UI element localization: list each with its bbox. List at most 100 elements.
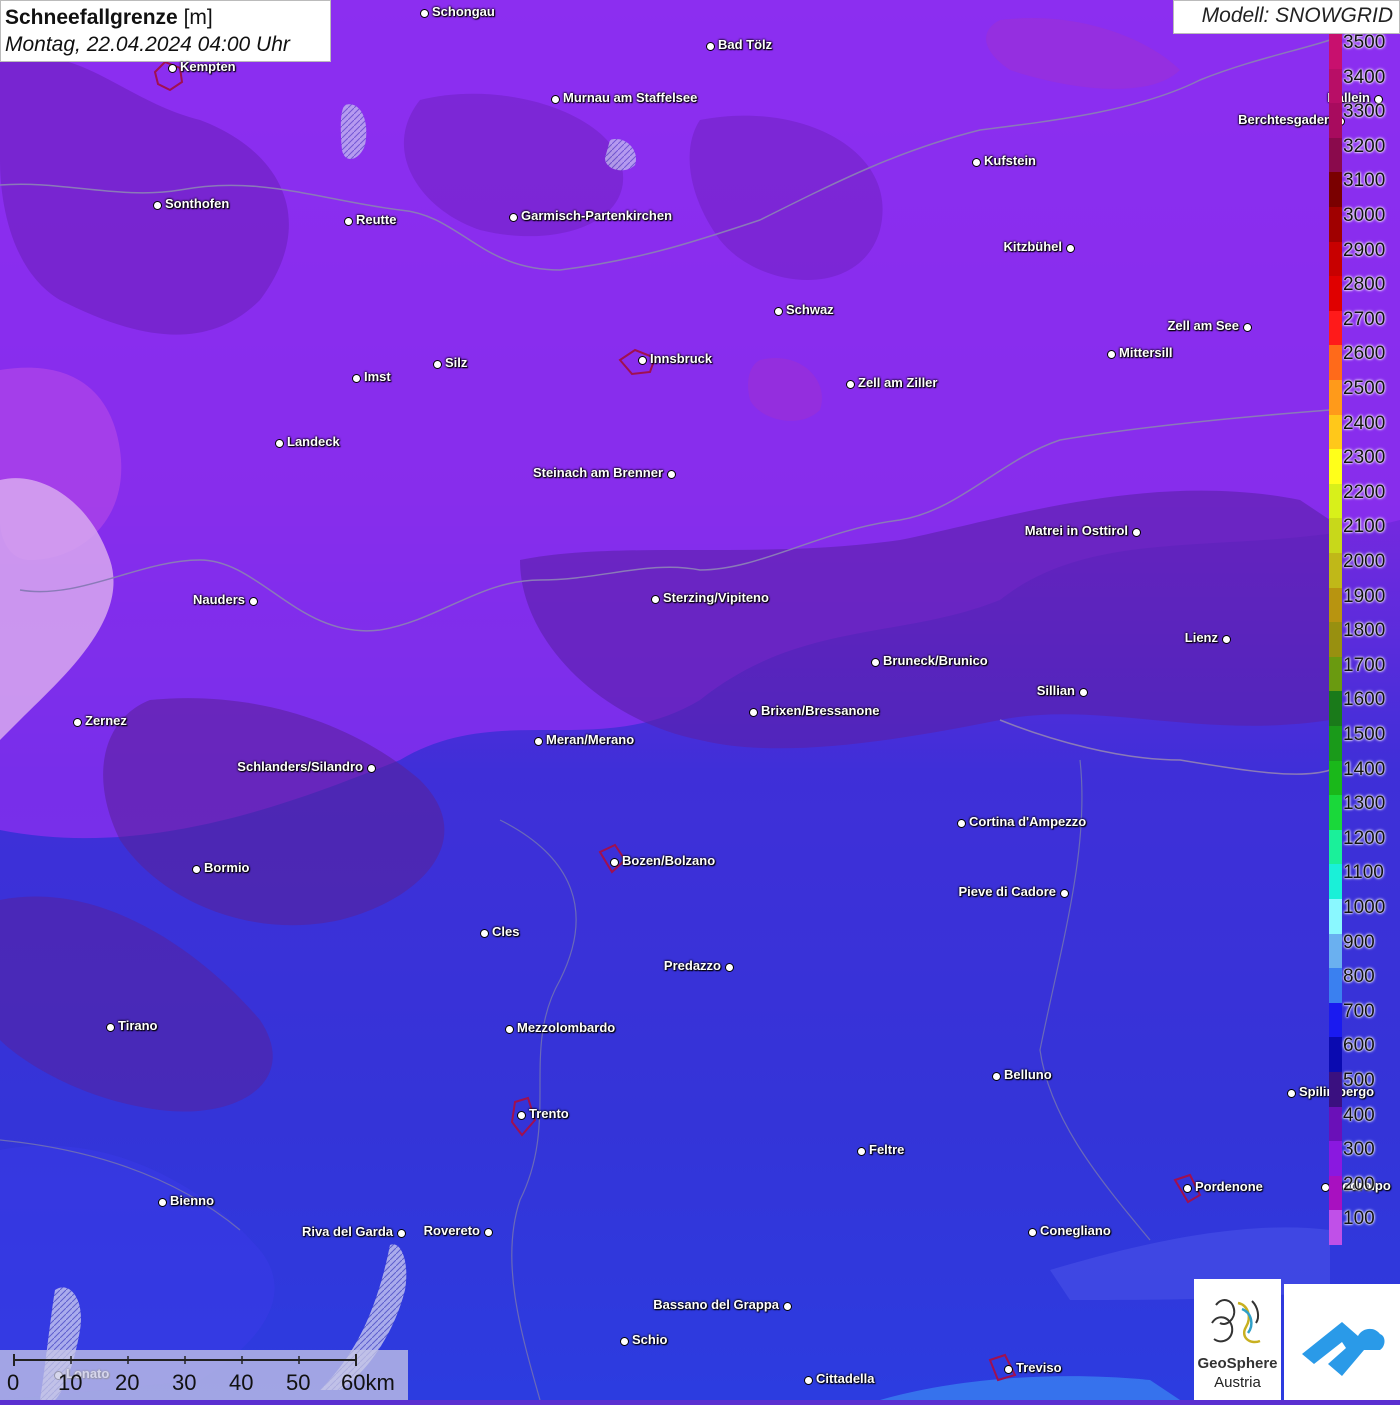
- city-dot: [1183, 1184, 1192, 1193]
- app-cloud-arrow-icon: [1302, 1322, 1385, 1376]
- legend-swatch: [1329, 829, 1342, 865]
- title-main: Schneefallgrenze: [5, 6, 178, 29]
- city-dot: [667, 470, 676, 479]
- geosphere-austria-logo[interactable]: GeoSphere Austria: [1194, 1279, 1281, 1400]
- legend-label: 1200: [1343, 827, 1386, 849]
- city-label: Nauders: [192, 592, 245, 607]
- legend-label: 900: [1343, 931, 1375, 953]
- legend-swatch: [1329, 207, 1342, 243]
- legend-swatch: [1329, 656, 1342, 692]
- app-logo[interactable]: [1284, 1284, 1400, 1400]
- city-dot: [857, 1147, 866, 1156]
- legend-swatch: [1329, 276, 1342, 312]
- geosphere-logo-line2: Austria: [1214, 1374, 1261, 1391]
- city-label: Bozen/Bolzano: [622, 853, 716, 868]
- city-dot: [749, 708, 758, 717]
- city-label: Bassano del Grappa: [653, 1297, 779, 1312]
- city-label: Mezzolombardo: [517, 1020, 616, 1035]
- city-dot: [804, 1376, 813, 1385]
- scale-label-30: 30: [172, 1370, 197, 1395]
- city-label: Sillian: [1036, 683, 1075, 698]
- legend-label: 2100: [1343, 516, 1386, 538]
- city-label: Cles: [492, 924, 520, 939]
- city-label: Landeck: [287, 434, 340, 449]
- legend-swatch: [1329, 587, 1342, 623]
- legend-swatch: [1329, 691, 1342, 727]
- scale-label-0: 0: [7, 1370, 20, 1395]
- legend-swatch: [1329, 449, 1342, 485]
- legend-label: 100: [1343, 1208, 1375, 1230]
- city-dot: [192, 865, 201, 874]
- city-label: Garmisch-Partenkirchen: [521, 208, 673, 223]
- city-dot: [972, 158, 981, 167]
- legend-swatch: [1329, 518, 1342, 554]
- map-datetime: Montag, 22.04.2024 04:00 Uhr: [5, 33, 290, 56]
- legend-swatch: [1329, 1037, 1342, 1073]
- legend-label: 3000: [1343, 205, 1386, 226]
- legend-label: 1300: [1343, 793, 1386, 815]
- legend-label: 1700: [1343, 654, 1386, 676]
- scale-label-40: 40: [229, 1370, 254, 1395]
- city-dot: [73, 718, 82, 727]
- city-label: Tirano: [118, 1018, 158, 1033]
- legend-label: 1400: [1343, 758, 1386, 780]
- legend-label: 2900: [1343, 239, 1386, 261]
- legend-swatch: [1329, 795, 1342, 831]
- city-dot: [275, 439, 284, 448]
- city-dot: [1243, 323, 1252, 332]
- city-label: Kufstein: [984, 153, 1036, 168]
- city-label: Bienno: [170, 1193, 215, 1208]
- city-dot: [725, 963, 734, 972]
- legend-swatch: [1329, 310, 1342, 346]
- city-label: Pordenone: [1195, 1179, 1263, 1194]
- city-dot: [638, 356, 647, 365]
- city-label: Predazzo: [663, 958, 721, 973]
- city-label: Brixen/Bressanone: [761, 703, 880, 718]
- city-label: Zell am See: [1167, 318, 1239, 333]
- city-label: Innsbruck: [650, 351, 713, 366]
- legend-label: 500: [1343, 1070, 1375, 1091]
- city-label: Rovereto: [423, 1223, 480, 1238]
- city-label: Steinach am Brenner: [532, 465, 663, 480]
- legend-swatch: [1329, 172, 1342, 208]
- legend-label: 2300: [1343, 447, 1386, 469]
- legend-label: 3300: [1343, 101, 1386, 123]
- legend-swatch: [1329, 1175, 1342, 1211]
- city-dot: [651, 595, 660, 604]
- legend-label: 3100: [1343, 170, 1386, 192]
- city-label: Schongau: [432, 4, 495, 19]
- city-dot: [610, 858, 619, 867]
- city-label: Zernez: [85, 713, 127, 728]
- legend-label: 1900: [1343, 585, 1386, 607]
- city-label: Lienz: [1184, 630, 1218, 645]
- city-label: Schwaz: [786, 302, 834, 317]
- city-label: Bruneck/Brunico: [883, 653, 988, 668]
- city-dot: [505, 1025, 514, 1034]
- city-dot: [846, 380, 855, 389]
- legend-swatch: [1329, 1141, 1342, 1177]
- city-dot: [106, 1023, 115, 1032]
- legend-swatch: [1329, 34, 1342, 70]
- color-legend: 3500 3400 3300 3200 3100 3000 2900 2800 2700 2600…: [1328, 32, 1400, 1246]
- legend-swatch: [1329, 968, 1342, 1004]
- city-label: Bad Tölz: [718, 37, 773, 52]
- city-dot: [344, 217, 353, 226]
- geosphere-logo-line1: GeoSphere: [1197, 1355, 1278, 1372]
- legend-swatch: [1329, 241, 1342, 277]
- city-label: Reutte: [356, 212, 397, 227]
- city-label: Bormio: [204, 860, 250, 875]
- legend-label: 3400: [1343, 66, 1386, 88]
- city-dot: [1132, 528, 1141, 537]
- city-dot: [1079, 688, 1088, 697]
- city-label: Schlanders/Silandro: [237, 759, 363, 774]
- city-dot: [397, 1229, 406, 1238]
- legend-label: 2600: [1343, 343, 1386, 365]
- legend-label: 2700: [1343, 308, 1386, 330]
- city-dot: [168, 64, 177, 73]
- city-dot: [352, 374, 361, 383]
- city-dot: [706, 42, 715, 51]
- city-label: Murnau am Staffelsee: [563, 90, 698, 105]
- legend-swatch: [1329, 137, 1342, 173]
- city-label: Silz: [445, 355, 468, 370]
- city-label: Cittadella: [816, 1371, 875, 1386]
